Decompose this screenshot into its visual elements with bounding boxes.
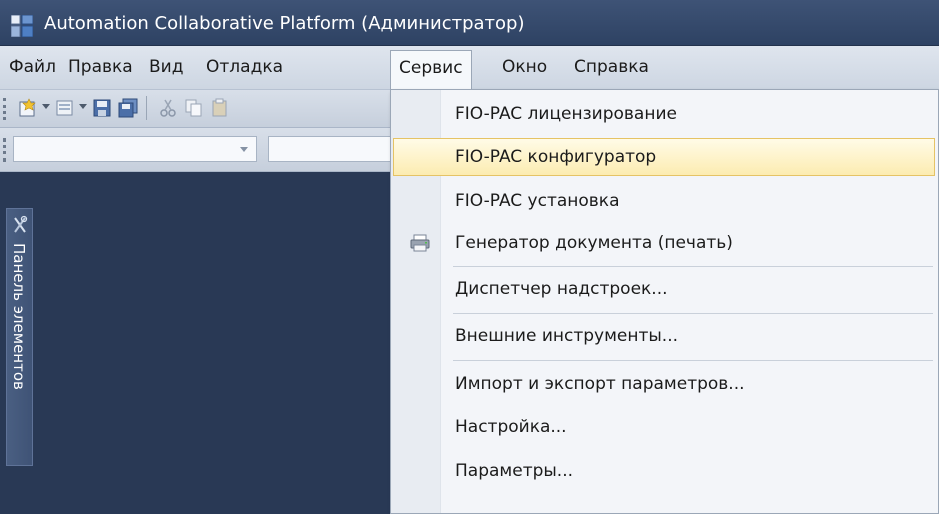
add-item-icon[interactable] (55, 98, 75, 118)
menu-view[interactable]: Вид (149, 57, 183, 77)
menu-window[interactable]: Окно (502, 57, 547, 77)
menu-item-fio-pac-licensing[interactable]: FIO-PAC лицензирование (393, 95, 935, 133)
menu-separator (453, 360, 933, 361)
menu-item-external-tools[interactable]: Внешние инструменты... (393, 317, 935, 355)
menu-separator (453, 266, 933, 267)
menu-item-label: FIO-PAC лицензирование (455, 104, 677, 124)
title-bar: Automation Collaborative Platform (Админ… (0, 0, 939, 46)
toolbar-grip[interactable] (3, 98, 6, 120)
window-title: Automation Collaborative Platform (Админ… (44, 13, 525, 34)
service-menu-dropdown: FIO-PAC лицензирование FIO-PAC конфигура… (390, 89, 939, 514)
solution-configuration-select[interactable] (13, 136, 257, 162)
new-project-icon[interactable] (18, 98, 38, 118)
menu-item-label: Настройка... (455, 417, 567, 437)
menu-item-fio-pac-configurator[interactable]: FIO-PAC конфигуратор (393, 138, 935, 176)
menu-help[interactable]: Справка (574, 57, 649, 77)
acp-app-icon (11, 15, 33, 37)
menu-service[interactable]: Сервис (390, 50, 472, 91)
toolbox-icon (14, 215, 28, 233)
toolbox-side-tab[interactable]: Панель элементов (6, 208, 33, 466)
menu-edit[interactable]: Правка (68, 57, 133, 77)
toolbar-separator (146, 96, 147, 120)
menu-item-customize[interactable]: Настройка... (393, 408, 935, 446)
menu-item-label: Импорт и экспорт параметров... (455, 374, 745, 394)
menu-separator (453, 313, 933, 314)
menu-file[interactable]: Файл (9, 57, 56, 77)
menu-bar: Файл Правка Вид Отладка Сервис Окно Спра… (0, 46, 939, 91)
save-all-icon[interactable] (118, 98, 138, 118)
menu-item-options[interactable]: Параметры... (393, 452, 935, 490)
menu-item-label: Генератор документа (печать) (455, 233, 733, 253)
chevron-down-icon[interactable] (240, 147, 248, 152)
menu-item-label: Диспетчер надстроек... (455, 279, 668, 299)
printer-icon (410, 234, 430, 252)
cut-icon[interactable] (158, 98, 178, 118)
menu-item-label: FIO-PAC конфигуратор (455, 147, 657, 167)
toolbar-grip[interactable] (3, 138, 6, 162)
toolbox-label: Панель элементов (10, 243, 28, 390)
menu-item-import-export-settings[interactable]: Импорт и экспорт параметров... (393, 365, 935, 403)
paste-icon[interactable] (210, 98, 230, 118)
copy-icon[interactable] (184, 98, 204, 118)
menu-item-fio-pac-installation[interactable]: FIO-PAC установка (393, 182, 935, 220)
save-icon[interactable] (92, 98, 112, 118)
menu-item-label: FIO-PAC установка (455, 191, 620, 211)
menu-item-document-generator[interactable]: Генератор документа (печать) (393, 224, 935, 262)
new-project-dropdown-arrow[interactable] (42, 104, 50, 109)
add-item-dropdown-arrow[interactable] (79, 104, 87, 109)
menu-item-addin-manager[interactable]: Диспетчер надстроек... (393, 270, 935, 308)
menu-debug[interactable]: Отладка (206, 57, 283, 77)
menu-item-label: Внешние инструменты... (455, 326, 679, 346)
menu-item-label: Параметры... (455, 461, 574, 481)
